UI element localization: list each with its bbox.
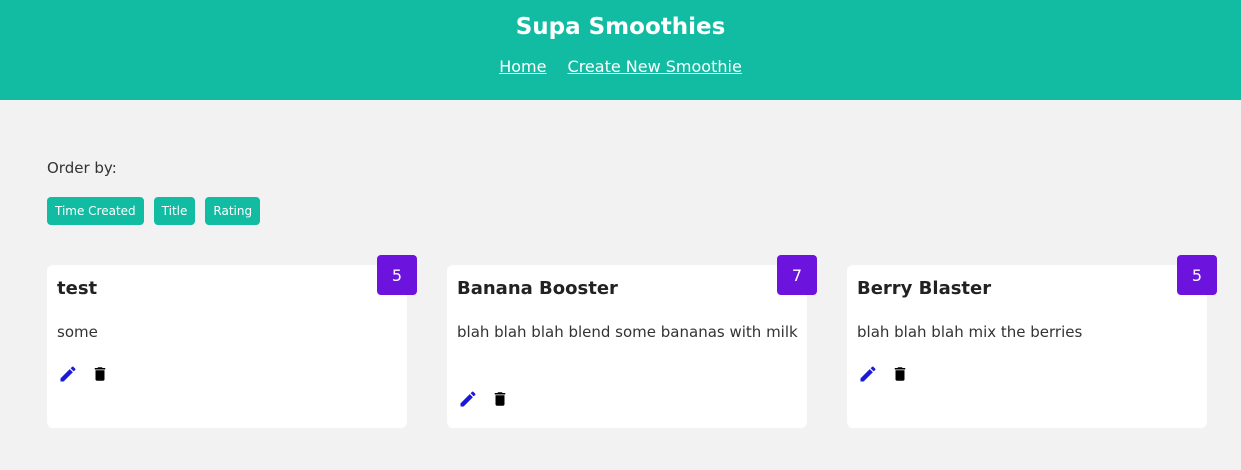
smoothie-method: blah blah blah blend some bananas with m… — [457, 323, 798, 341]
smoothie-title: Berry Blaster — [857, 278, 992, 299]
order-by-buttons: Time Created Title Rating — [47, 197, 261, 225]
smoothie-card: 5 test some — [47, 255, 417, 428]
card-actions — [57, 363, 111, 385]
smoothie-card: 7 Banana Booster blah blah blah blend so… — [447, 255, 817, 428]
smoothie-title: Banana Booster — [457, 278, 618, 299]
trash-icon[interactable] — [889, 363, 911, 385]
card-actions — [857, 363, 911, 385]
rating-badge: 7 — [777, 255, 817, 295]
nav-home-link[interactable]: Home — [499, 57, 546, 76]
order-rating-button[interactable]: Rating — [205, 197, 261, 225]
main-nav: Home Create New Smoothie — [0, 56, 1241, 78]
nav-create-link[interactable]: Create New Smoothie — [568, 57, 742, 76]
card-actions — [457, 388, 511, 410]
pencil-icon[interactable] — [57, 363, 79, 385]
page-header: Supa Smoothies Home Create New Smoothie — [0, 0, 1241, 100]
rating-badge: 5 — [377, 255, 417, 295]
rating-badge: 5 — [1177, 255, 1217, 295]
smoothie-card: 5 Berry Blaster blah blah blah mix the b… — [847, 255, 1217, 428]
app-title: Supa Smoothies — [515, 14, 726, 40]
smoothie-method: some — [57, 323, 98, 341]
order-time-created-button[interactable]: Time Created — [47, 197, 144, 225]
order-by-label: Order by: — [47, 159, 117, 177]
order-title-button[interactable]: Title — [153, 197, 196, 225]
trash-icon[interactable] — [89, 363, 111, 385]
smoothie-title: test — [57, 278, 98, 299]
pencil-icon[interactable] — [857, 363, 879, 385]
smoothie-method: blah blah blah mix the berries — [857, 323, 1083, 341]
trash-icon[interactable] — [489, 388, 511, 410]
pencil-icon[interactable] — [457, 388, 479, 410]
